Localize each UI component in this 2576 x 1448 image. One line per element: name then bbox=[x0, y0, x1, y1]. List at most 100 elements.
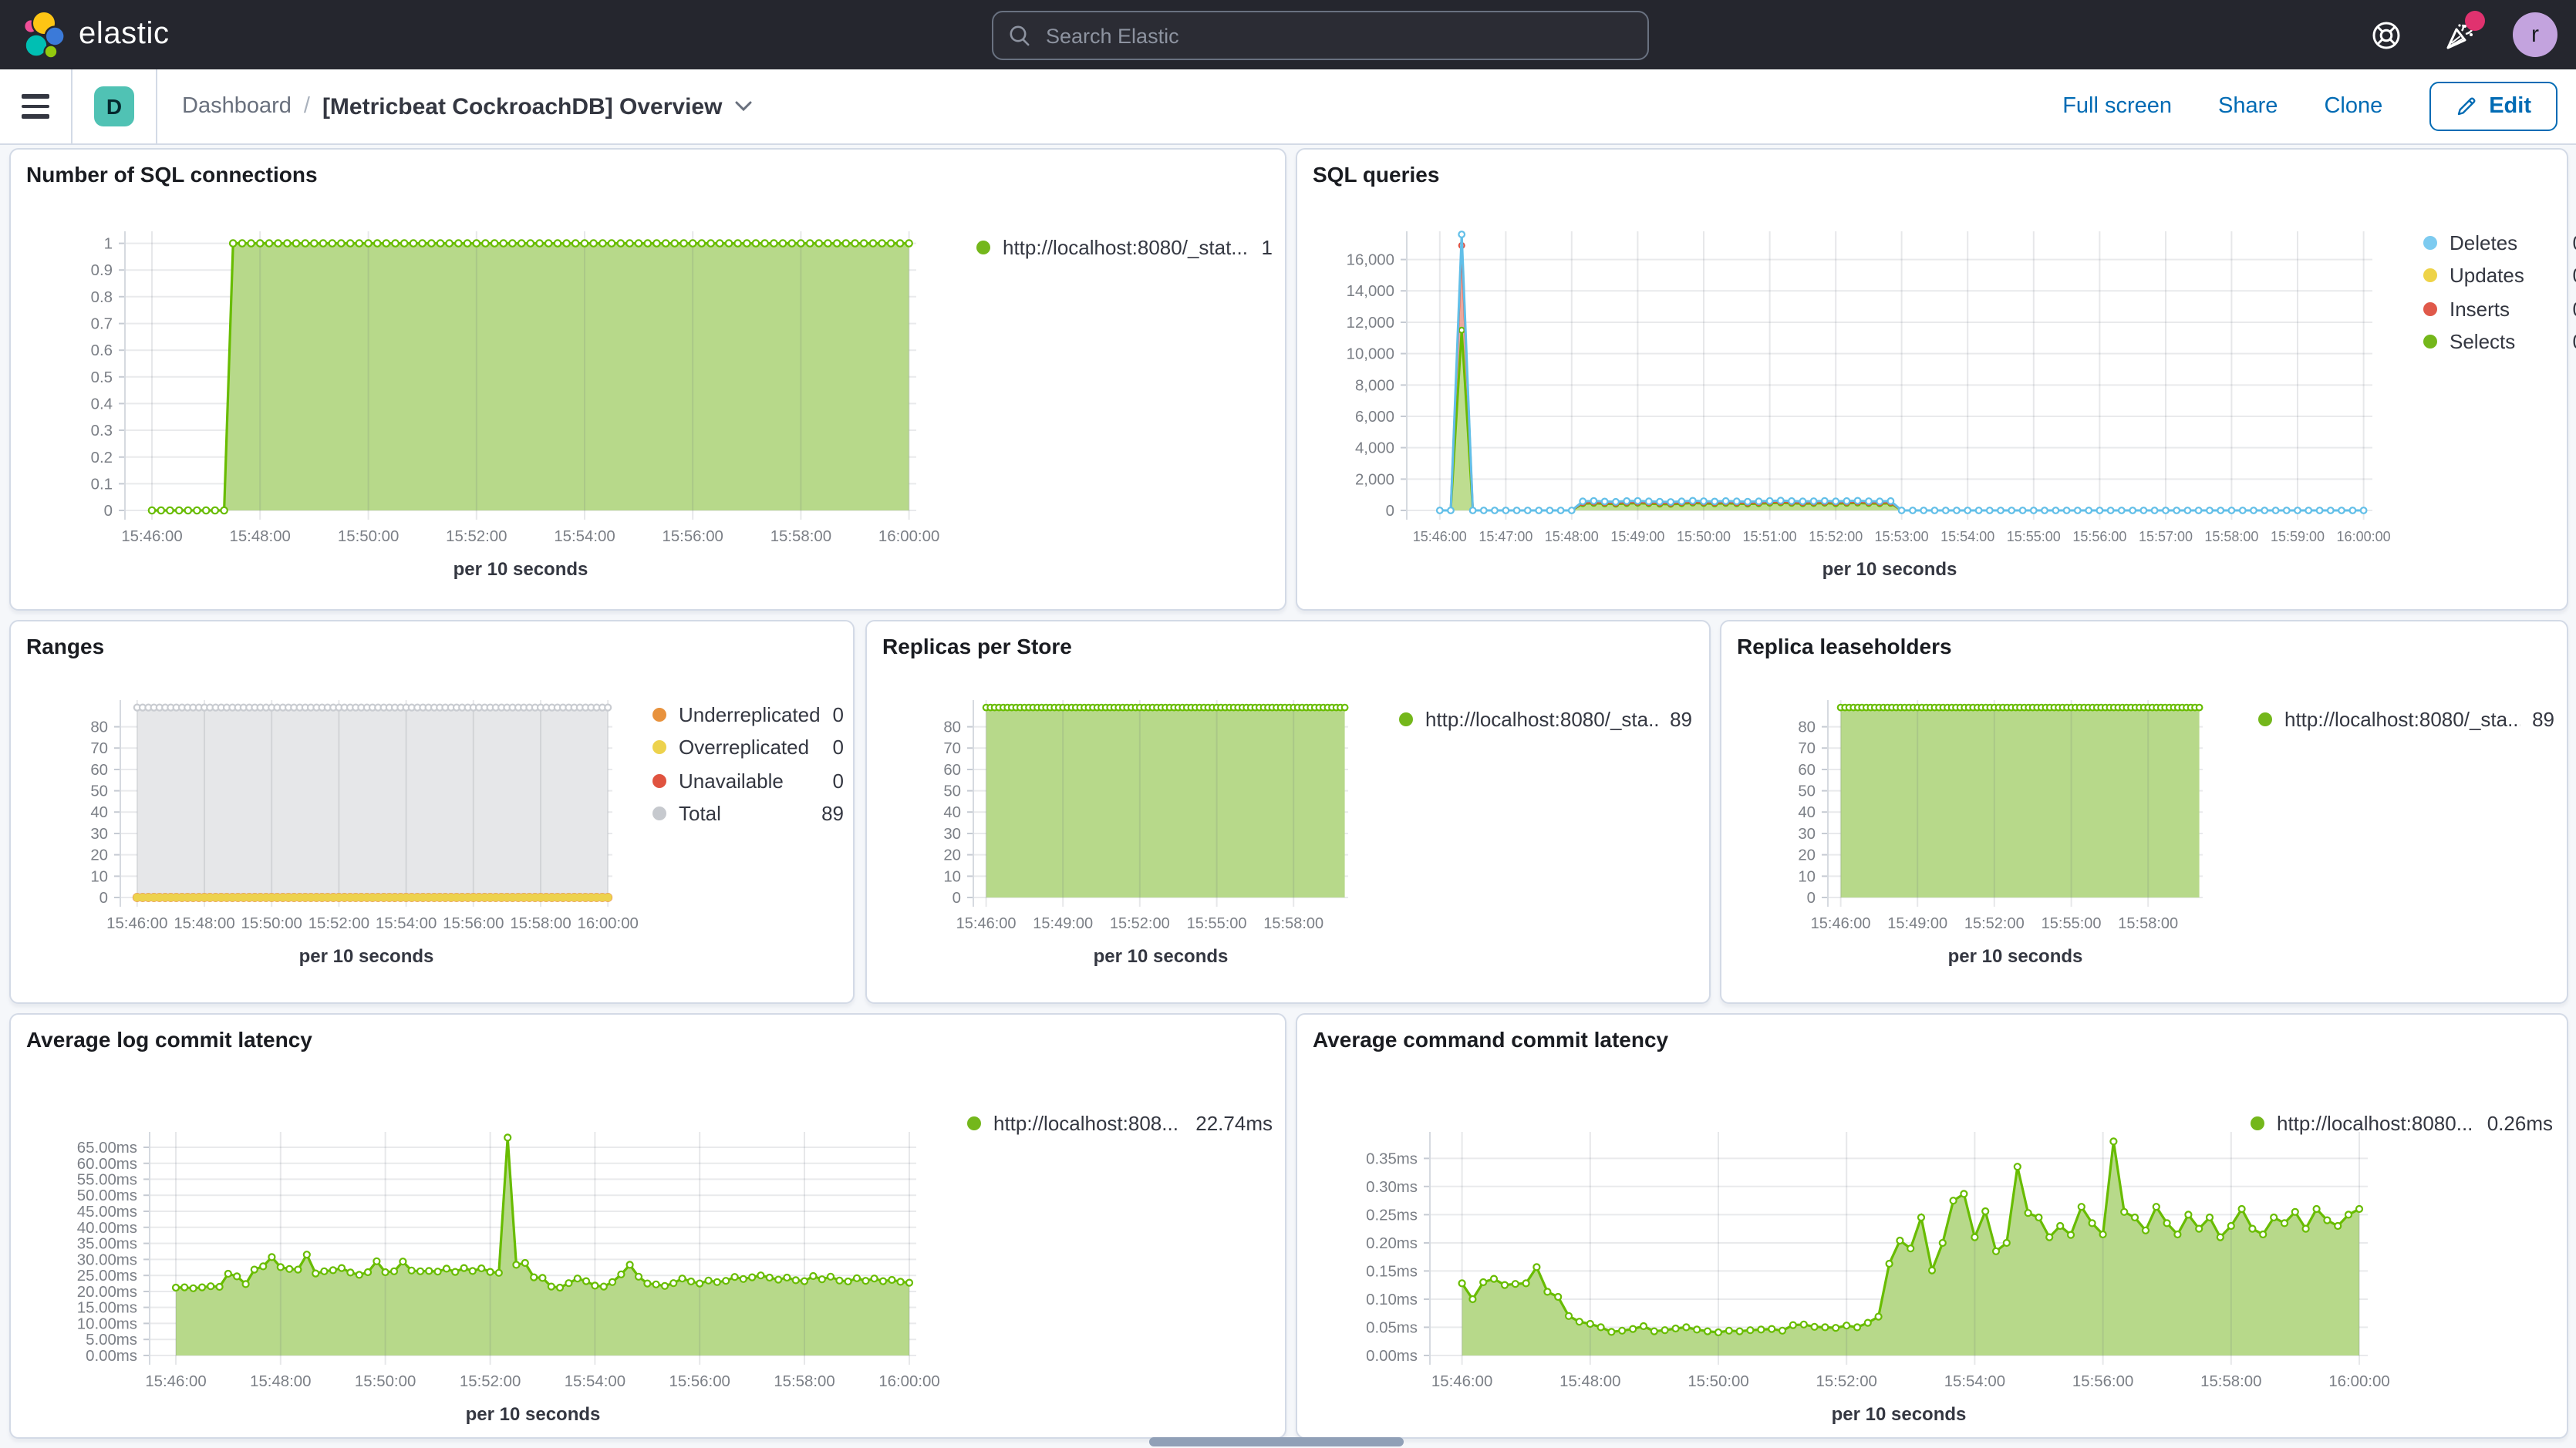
legend-item[interactable]: http://localhost:8080...0.26ms bbox=[2251, 1107, 2553, 1138]
svg-text:15:50:00: 15:50:00 bbox=[338, 528, 399, 545]
legend-value: 0 bbox=[2573, 297, 2576, 320]
svg-text:per 10 seconds: per 10 seconds bbox=[1822, 559, 1957, 580]
chart-canvas[interactable]: 16,00014,00012,00010,0008,0006,0004,0002… bbox=[1297, 150, 2570, 612]
edit-button[interactable]: Edit bbox=[2429, 82, 2557, 131]
svg-text:0.1: 0.1 bbox=[91, 476, 113, 493]
svg-text:30: 30 bbox=[90, 826, 108, 843]
svg-text:25.00ms: 25.00ms bbox=[77, 1268, 137, 1285]
legend-series-dot bbox=[976, 240, 990, 254]
svg-text:0.6: 0.6 bbox=[91, 342, 113, 359]
search-input[interactable] bbox=[1043, 22, 1632, 49]
panel-ranges: Ranges 8070605040302010015:46:0015:48:00… bbox=[9, 620, 855, 1004]
svg-text:0: 0 bbox=[1807, 890, 1816, 907]
help-button[interactable] bbox=[2365, 13, 2408, 56]
svg-text:15:52:00: 15:52:00 bbox=[460, 1373, 521, 1390]
legend-item[interactable]: Updates0 bbox=[2423, 260, 2576, 291]
svg-text:0.10ms: 0.10ms bbox=[1366, 1291, 1418, 1308]
legend-item[interactable]: http://localhost:8080/_sta...89 bbox=[1399, 703, 1692, 734]
full-screen-button[interactable]: Full screen bbox=[2062, 94, 2172, 119]
panel-replica-leaseholders: Replica leaseholders 8070605040302010015… bbox=[1720, 620, 2568, 1004]
svg-text:15:56:00: 15:56:00 bbox=[663, 528, 723, 545]
legend-value: 0 bbox=[2573, 264, 2576, 287]
svg-text:1: 1 bbox=[104, 236, 113, 253]
user-avatar[interactable]: r bbox=[2513, 12, 2557, 57]
svg-text:0: 0 bbox=[953, 890, 961, 907]
svg-text:40.00ms: 40.00ms bbox=[77, 1220, 137, 1237]
legend-item[interactable]: Underreplicated0 bbox=[652, 699, 844, 729]
svg-text:0.20ms: 0.20ms bbox=[1366, 1235, 1418, 1252]
chart-canvas[interactable]: 8070605040302010015:46:0015:49:0015:52:0… bbox=[867, 621, 1712, 1005]
legend-label: Unavailable bbox=[679, 769, 821, 792]
legend-label: http://localhost:8080/_sta... bbox=[2284, 707, 2520, 730]
svg-text:70: 70 bbox=[1798, 740, 1816, 757]
chevron-down-icon[interactable] bbox=[734, 100, 753, 113]
panel-average-command-commit-latency: Average command commit latency 0.35ms0.3… bbox=[1296, 1013, 2568, 1439]
legend-item[interactable]: Selects0 bbox=[2423, 326, 2576, 357]
legend-value: 89 bbox=[1670, 707, 1692, 730]
svg-text:0.7: 0.7 bbox=[91, 316, 113, 333]
legend-value: 0 bbox=[2573, 330, 2576, 353]
help-icon bbox=[2369, 18, 2403, 52]
chart-canvas[interactable]: 8070605040302010015:46:0015:49:0015:52:0… bbox=[1721, 621, 2570, 1005]
svg-text:per 10 seconds: per 10 seconds bbox=[1948, 946, 2083, 967]
chart-canvas[interactable]: 10.90.80.70.60.50.40.30.20.1015:46:0015:… bbox=[11, 150, 1288, 612]
dashboard-app-badge[interactable]: D bbox=[94, 86, 134, 126]
svg-text:15:52:00: 15:52:00 bbox=[1110, 915, 1170, 932]
legend-item[interactable]: http://localhost:8080/_stat...1 bbox=[976, 231, 1273, 262]
chart-canvas[interactable]: 0.35ms0.30ms0.25ms0.20ms0.15ms0.10ms0.05… bbox=[1297, 1015, 2570, 1440]
svg-text:15:55:00: 15:55:00 bbox=[1187, 915, 1247, 932]
news-feed-button[interactable] bbox=[2439, 13, 2482, 56]
legend-item[interactable]: Deletes0 bbox=[2423, 227, 2576, 258]
elastic-logo[interactable]: elastic bbox=[22, 9, 170, 60]
legend-series-dot bbox=[2258, 712, 2272, 726]
legend-series-dot bbox=[2423, 301, 2437, 315]
pencil-icon bbox=[2455, 96, 2477, 117]
legend-item[interactable]: http://localhost:808...22.74ms bbox=[967, 1107, 1273, 1138]
svg-text:10,000: 10,000 bbox=[1347, 346, 1394, 363]
svg-text:15:51:00: 15:51:00 bbox=[1743, 529, 1797, 544]
legend-series-dot bbox=[2251, 1116, 2264, 1130]
svg-text:15:56:00: 15:56:00 bbox=[669, 1373, 730, 1390]
svg-text:70: 70 bbox=[90, 740, 108, 757]
svg-text:0.00ms: 0.00ms bbox=[86, 1348, 137, 1365]
kibana-app: elastic bbox=[0, 0, 2576, 1448]
svg-text:80: 80 bbox=[1798, 719, 1816, 736]
svg-text:15:55:00: 15:55:00 bbox=[2007, 529, 2061, 544]
share-button[interactable]: Share bbox=[2218, 94, 2278, 119]
svg-text:15:53:00: 15:53:00 bbox=[1875, 529, 1929, 544]
svg-text:16:00:00: 16:00:00 bbox=[878, 528, 939, 545]
svg-text:0.35ms: 0.35ms bbox=[1366, 1150, 1418, 1167]
panel-number-of-sql-connections: Number of SQL connections 10.90.80.70.60… bbox=[9, 148, 1286, 611]
legend-item[interactable]: http://localhost:8080/_sta...89 bbox=[2258, 703, 2554, 734]
svg-text:15:54:00: 15:54:00 bbox=[1944, 1373, 2005, 1390]
svg-text:16:00:00: 16:00:00 bbox=[2337, 529, 2391, 544]
legend-item[interactable]: Overreplicated0 bbox=[652, 732, 844, 763]
breadcrumb-dashboard[interactable]: Dashboard bbox=[182, 94, 292, 119]
legend-item[interactable]: Total89 bbox=[652, 798, 844, 829]
legend-value: 1 bbox=[1262, 235, 1273, 258]
svg-text:15:46:00: 15:46:00 bbox=[121, 528, 182, 545]
menu-button[interactable] bbox=[0, 69, 71, 143]
dashboard-toolbar: D Dashboard / [Metricbeat CockroachDB] O… bbox=[0, 69, 2576, 145]
clone-button[interactable]: Clone bbox=[2324, 94, 2382, 119]
svg-text:15:46:00: 15:46:00 bbox=[1431, 1373, 1492, 1390]
global-search[interactable] bbox=[992, 11, 1649, 60]
svg-text:6,000: 6,000 bbox=[1355, 409, 1394, 426]
edit-button-label: Edit bbox=[2489, 94, 2531, 119]
svg-text:15:46:00: 15:46:00 bbox=[106, 915, 167, 932]
breadcrumb: Dashboard / [Metricbeat CockroachDB] Ove… bbox=[182, 93, 753, 120]
legend-value: 0 bbox=[833, 702, 844, 726]
svg-text:35.00ms: 35.00ms bbox=[77, 1236, 137, 1253]
svg-text:15:49:00: 15:49:00 bbox=[1033, 915, 1093, 932]
svg-text:15:54:00: 15:54:00 bbox=[565, 1373, 625, 1390]
legend-item[interactable]: Inserts0 bbox=[2423, 293, 2576, 324]
horizontal-scrollbar[interactable] bbox=[1149, 1437, 1404, 1446]
svg-text:0.9: 0.9 bbox=[91, 262, 113, 279]
svg-text:70: 70 bbox=[943, 740, 961, 757]
svg-text:12,000: 12,000 bbox=[1347, 315, 1394, 332]
page-title[interactable]: [Metricbeat CockroachDB] Overview bbox=[322, 93, 723, 120]
divider bbox=[156, 69, 157, 143]
svg-text:16:00:00: 16:00:00 bbox=[878, 1373, 939, 1390]
chart-canvas[interactable]: 65.00ms60.00ms55.00ms50.00ms45.00ms40.00… bbox=[11, 1015, 1288, 1440]
legend-item[interactable]: Unavailable0 bbox=[652, 765, 844, 796]
